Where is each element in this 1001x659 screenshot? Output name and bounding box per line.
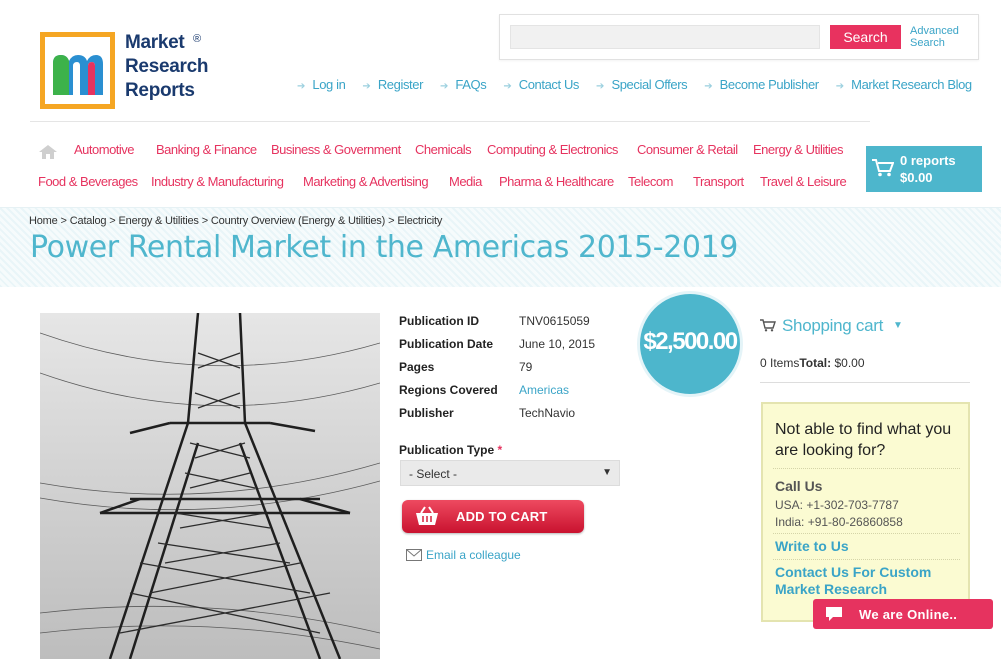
publication-type-label: Publication Type * bbox=[399, 443, 503, 457]
cart-icon bbox=[760, 319, 776, 332]
toplink-special-offers[interactable]: Special Offers bbox=[611, 77, 687, 92]
arrow-right-icon: ➔ bbox=[596, 81, 605, 92]
toplink-contact-us[interactable]: Contact Us bbox=[519, 77, 580, 92]
category-transport[interactable]: Transport bbox=[693, 174, 744, 189]
arrow-right-icon: ➔ bbox=[297, 81, 306, 92]
search-panel: Search Advanced Search bbox=[499, 14, 979, 60]
divider bbox=[773, 533, 960, 534]
category-media[interactable]: Media bbox=[449, 174, 482, 189]
toplink-register[interactable]: Register bbox=[378, 77, 424, 92]
product-image bbox=[40, 313, 380, 659]
advanced-search-link[interactable]: Advanced Search bbox=[910, 25, 970, 49]
toplink-log-in[interactable]: Log in bbox=[312, 77, 345, 92]
site-logo[interactable]: Market Research Reports ® bbox=[40, 31, 220, 111]
cart-icon bbox=[872, 159, 894, 177]
breadcrumb-electricity[interactable]: Electricity bbox=[397, 215, 442, 227]
top-links: ➔ Log in ➔ Register ➔ FAQs ➔ Contact Us ➔ Special… bbox=[297, 77, 989, 92]
toplink-become-publisher[interactable]: Become Publisher bbox=[720, 77, 820, 92]
arrow-right-icon: ➔ bbox=[704, 81, 713, 92]
toplink-faqs[interactable]: FAQs bbox=[455, 77, 486, 92]
breadcrumb-energy-utilities[interactable]: Energy & Utilities bbox=[119, 215, 199, 227]
region-link[interactable]: Americas bbox=[519, 383, 569, 397]
divider bbox=[773, 559, 960, 560]
category-computing-electronics[interactable]: Computing & Electronics bbox=[487, 142, 618, 157]
page-title: Power Rental Market in the Americas 2015… bbox=[30, 230, 738, 265]
help-title: Not able to find what you are looking fo… bbox=[775, 421, 952, 459]
category-automotive[interactable]: Automotive bbox=[74, 142, 135, 157]
breadcrumb: Home > Catalog > Energy & Utilities > Country … bbox=[29, 215, 443, 227]
chevron-down-icon: ▼ bbox=[893, 320, 903, 331]
header-divider bbox=[30, 121, 870, 122]
publication-type-select[interactable]: - Select - ▼ bbox=[400, 460, 620, 486]
search-button[interactable]: Search bbox=[830, 25, 901, 49]
arrow-right-icon: ➔ bbox=[440, 81, 449, 92]
live-chat-button[interactable]: We are Online.. bbox=[813, 599, 993, 629]
breadcrumb-home[interactable]: Home bbox=[29, 215, 58, 227]
call-us-heading: Call Us bbox=[775, 478, 823, 494]
logo-mark bbox=[40, 32, 115, 109]
price-value: $2,500.00 bbox=[643, 328, 738, 355]
search-input[interactable] bbox=[510, 25, 820, 49]
arrow-right-icon: ➔ bbox=[362, 81, 371, 92]
category-pharma-healthcare[interactable]: Pharma & Healthcare bbox=[499, 174, 614, 189]
toplink-market-research-blog[interactable]: Market Research Blog bbox=[851, 77, 972, 92]
breadcrumb-country-overview[interactable]: Country Overview (Energy & Utilities) bbox=[211, 215, 385, 227]
category-business-government[interactable]: Business & Government bbox=[271, 142, 401, 157]
cart-summary: 0 ItemsTotal: $0.00 bbox=[760, 356, 865, 370]
divider bbox=[773, 468, 960, 469]
arrow-right-icon: ➔ bbox=[835, 81, 845, 92]
phone-usa: USA: +1-302-703-7787 bbox=[775, 498, 899, 512]
category-marketing-advertising[interactable]: Marketing & Advertising bbox=[303, 174, 429, 189]
category-energy-utilities[interactable]: Energy & Utilities bbox=[753, 142, 843, 157]
write-to-us-link[interactable]: Write to Us bbox=[775, 538, 965, 555]
category-chemicals[interactable]: Chemicals bbox=[415, 142, 472, 157]
category-food-beverages[interactable]: Food & Beverages bbox=[38, 174, 138, 189]
category-telecom[interactable]: Telecom bbox=[628, 174, 673, 189]
header-cart-total: $0.00 bbox=[900, 170, 933, 185]
envelope-icon bbox=[406, 549, 422, 561]
breadcrumb-catalog[interactable]: Catalog bbox=[70, 215, 107, 227]
category-consumer-retail[interactable]: Consumer & Retail bbox=[637, 142, 738, 157]
phone-india: India: +91-80-26860858 bbox=[775, 515, 903, 529]
category-industry-manufacturing[interactable]: Industry & Manufacturing bbox=[151, 174, 284, 189]
title-banner: Home > Catalog > Energy & Utilities > Country … bbox=[0, 207, 1001, 287]
help-box: Not able to find what you are looking fo… bbox=[761, 402, 970, 622]
home-icon[interactable] bbox=[39, 145, 57, 159]
power-tower-illustration bbox=[40, 313, 380, 659]
header-cart[interactable]: 0 reports $0.00 bbox=[866, 146, 982, 192]
basket-icon bbox=[416, 506, 438, 525]
divider bbox=[760, 382, 970, 383]
header-cart-count: 0 reports bbox=[900, 153, 956, 168]
dropdown-arrow-icon: ▼ bbox=[602, 467, 612, 478]
registered-mark: ® bbox=[193, 33, 202, 45]
custom-research-link[interactable]: Contact Us For Custom Market Research bbox=[775, 564, 965, 598]
chat-bubble-icon bbox=[826, 607, 842, 621]
category-travel-leisure[interactable]: Travel & Leisure bbox=[760, 174, 847, 189]
logo-m-icon bbox=[53, 55, 103, 95]
category-banking-finance[interactable]: Banking & Finance bbox=[156, 142, 257, 157]
price-badge: $2,500.00 bbox=[640, 294, 740, 394]
arrow-right-icon: ➔ bbox=[503, 81, 512, 92]
add-to-cart-button[interactable]: ADD TO CART bbox=[402, 500, 584, 533]
required-mark: * bbox=[497, 443, 503, 457]
